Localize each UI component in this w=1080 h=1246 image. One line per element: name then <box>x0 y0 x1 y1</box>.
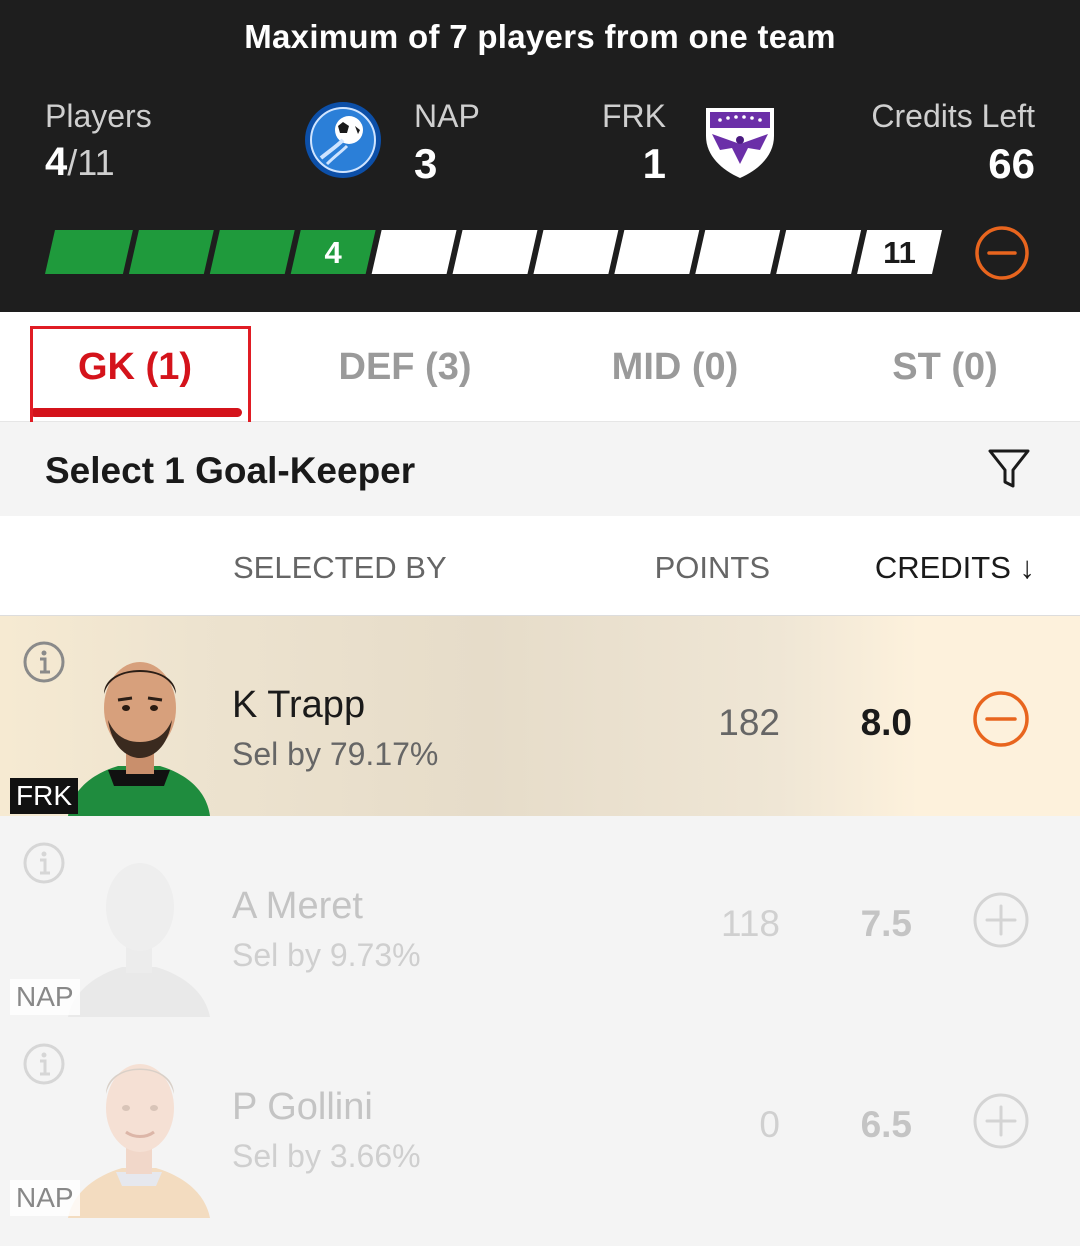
player-photo-gollini <box>68 1064 210 1218</box>
team1-name: NAP <box>414 98 480 134</box>
player-selected-by: Sel by 3.66% <box>232 1138 421 1174</box>
team-progress-bar: 4 11 <box>45 230 942 274</box>
team-tag: NAP <box>10 979 80 1015</box>
player-photo-trapp <box>68 662 210 816</box>
team-tag: NAP <box>10 1180 80 1216</box>
progress-total-label: 11 <box>883 235 916 270</box>
progress-filled-label: 4 <box>325 235 343 270</box>
progress-segment <box>614 230 700 274</box>
tab-gk[interactable]: GK (1) <box>0 312 270 422</box>
tab-mid[interactable]: MID (0) <box>540 312 810 422</box>
remove-all-minus-icon[interactable] <box>974 225 1030 281</box>
player-selected-by: Sel by 9.73% <box>232 937 421 973</box>
progress-segment <box>209 230 295 274</box>
player-credits: 6.5 <box>860 1104 912 1145</box>
player-row-gollini[interactable]: NAP P Gollini Sel by 3.66% 0 6.5 <box>0 1018 1080 1218</box>
progress-segment <box>695 230 781 274</box>
team-limit-rule: Maximum of 7 players from one team <box>244 18 836 55</box>
player-points: 182 <box>718 702 780 743</box>
team1-count: 3 <box>414 140 438 187</box>
player-points: 118 <box>721 903 780 944</box>
progress-segment <box>371 230 457 274</box>
tab-st[interactable]: ST (0) <box>810 312 1080 422</box>
nap-team-logo-icon <box>305 102 381 178</box>
player-credits: 8.0 <box>860 702 912 743</box>
player-name: K Trapp <box>232 684 366 726</box>
column-selected-by[interactable]: SELECTED BY <box>233 550 447 586</box>
section-header: Select 1 Goal-Keeper <box>0 422 1080 516</box>
tab-def[interactable]: DEF (3) <box>270 312 540 422</box>
players-label: Players <box>45 98 152 134</box>
plus-circle-icon[interactable] <box>972 891 1030 949</box>
players-total: /11 <box>67 142 115 183</box>
column-headers: SELECTED BY POINTS CREDITS ↓ <box>0 516 1080 616</box>
team2-name: FRK <box>602 98 666 134</box>
progress-segment <box>776 230 862 274</box>
column-points[interactable]: POINTS <box>655 550 770 586</box>
filter-icon[interactable] <box>986 446 1032 492</box>
player-name: A Meret <box>232 885 363 927</box>
section-title: Select 1 Goal-Keeper <box>45 450 416 491</box>
player-row-meret[interactable]: NAP A Meret Sel by 9.73% 118 7.5 <box>0 817 1080 1017</box>
frk-team-logo-icon <box>706 108 774 178</box>
player-silhouette-icon <box>68 863 210 1017</box>
team-status-header: Maximum of 7 players from one team Playe… <box>0 0 1080 312</box>
player-credits: 7.5 <box>860 903 912 944</box>
progress-segment <box>533 230 619 274</box>
player-selected-by: Sel by 79.17% <box>232 736 439 772</box>
minus-circle-icon[interactable] <box>972 690 1030 748</box>
plus-circle-icon[interactable] <box>972 1092 1030 1150</box>
progress-segment <box>45 230 133 274</box>
player-name: P Gollini <box>232 1086 373 1128</box>
progress-segment <box>452 230 538 274</box>
info-icon[interactable] <box>22 1042 66 1086</box>
team2-count: 1 <box>642 140 666 187</box>
players-selected-count: 4 <box>45 140 68 184</box>
active-tab-indicator <box>30 408 242 417</box>
credits-left-value: 66 <box>988 140 1035 187</box>
players-count: 4/11 <box>45 140 115 185</box>
progress-segment <box>128 230 214 274</box>
player-row-trapp[interactable]: FRK K Trapp Sel by 79.17% 182 8.0 <box>0 616 1080 816</box>
column-credits[interactable]: CREDITS ↓ <box>875 550 1035 586</box>
player-points: 0 <box>759 1104 780 1145</box>
credits-left-label: Credits Left <box>871 98 1035 134</box>
info-icon[interactable] <box>22 841 66 885</box>
info-icon[interactable] <box>22 640 66 684</box>
team-tag: FRK <box>10 778 78 814</box>
position-tabs: GK (1) DEF (3) MID (0) ST (0) <box>0 312 1080 422</box>
